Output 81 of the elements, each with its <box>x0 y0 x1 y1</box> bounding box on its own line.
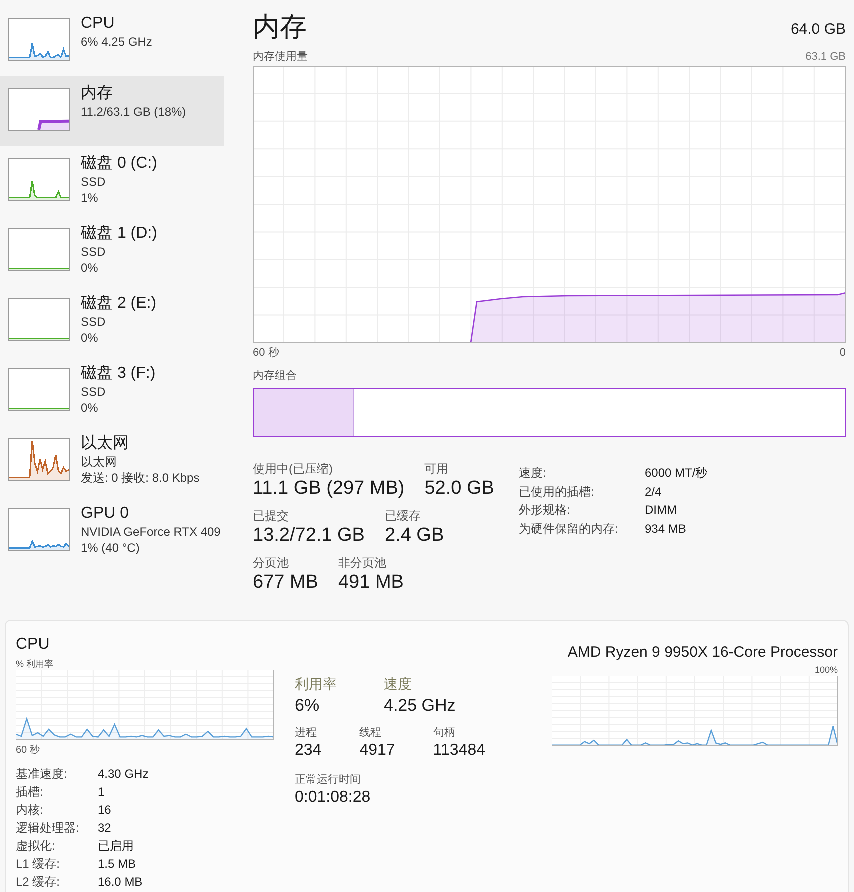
item-subtitle: 1% <box>81 190 100 206</box>
item-subtitle: SSD <box>81 314 107 330</box>
axis-label: 63.1 GB <box>806 50 846 64</box>
page-title: 内存 <box>253 11 307 44</box>
item-title: 磁盘 3 (F:) <box>81 364 156 384</box>
stat-label: 已提交 <box>253 509 290 524</box>
stat-label: 非分页池 <box>338 556 388 571</box>
item-title: 磁盘 1 (D:) <box>81 224 158 244</box>
stat-value: 6% <box>295 695 321 717</box>
stat-value: 677 MB <box>253 571 318 595</box>
item-subtitle: NVIDIA GeForce RTX 409 <box>81 524 221 540</box>
spec-label: L2 缓存: <box>16 875 62 890</box>
spec-label: 插槽: <box>16 785 44 800</box>
item-subtitle: 11.2/63.1 GB (18%) <box>81 104 186 120</box>
stat-value: 113484 <box>433 741 486 761</box>
stat-value: 13.2/72.1 GB <box>253 524 365 548</box>
axis-label: 0 <box>840 346 846 360</box>
chart-label: % 利用率 <box>16 658 55 670</box>
spec-label: 逻辑处理器: <box>16 821 80 836</box>
spec-value: 16 <box>98 803 112 818</box>
item-subtitle: 0% <box>81 400 100 416</box>
item-subtitle: 6% 4.25 GHz <box>81 34 152 50</box>
stat-value: 4917 <box>360 741 396 761</box>
axis-label: 100% <box>814 664 838 676</box>
detail-label: 为硬件保留的内存: <box>519 522 620 537</box>
spec-value: 1.5 MB <box>98 857 136 872</box>
item-title: 磁盘 2 (E:) <box>81 294 157 314</box>
item-subtitle: SSD <box>81 384 107 400</box>
item-subtitle: 1% (40 °C) <box>81 540 141 556</box>
spec-label: 内核: <box>16 803 44 818</box>
spec-value: 16.0 MB <box>98 875 143 890</box>
spec-label: 虚拟化: <box>16 839 56 854</box>
item-title: CPU <box>81 14 116 34</box>
detail-value: 2/4 <box>645 484 662 500</box>
item-title: 磁盘 0 (C:) <box>81 154 158 174</box>
detail-value: 934 MB <box>645 522 686 537</box>
stat-value: 0:01:08:28 <box>295 788 372 808</box>
stat-value: 2.4 GB <box>384 524 444 548</box>
stat-label: 可用 <box>424 462 450 477</box>
stat-label: 使用中(已压缩) <box>253 462 334 477</box>
spec-value: 4.30 GHz <box>98 767 149 782</box>
sidebar-item[interactable]: 内存 11.2/63.1 GB (18%) <box>0 76 224 146</box>
stat-label: 线程 <box>360 726 383 740</box>
stat-value: 491 MB <box>338 571 404 595</box>
total-memory: 64.0 GB <box>790 20 846 40</box>
stat-label: 利用率 <box>295 675 337 693</box>
chart-label: 内存使用量 <box>253 50 308 64</box>
item-title: 内存 <box>81 84 114 104</box>
axis-label: 60 秒 <box>253 346 280 360</box>
item-subtitle: 以太网 <box>81 454 118 470</box>
spec-label: 基准速度: <box>16 767 68 782</box>
item-subtitle: 发送: 0 接收: 8.0 Kbps <box>81 470 200 486</box>
detail-value: DIMM <box>645 503 677 518</box>
detail-label: 速度: <box>519 466 548 482</box>
stat-label: 句柄 <box>433 726 456 740</box>
processor-name: AMD Ryzen 9 9950X 16-Core Processor <box>568 643 838 663</box>
item-title: 以太网 <box>81 434 130 454</box>
detail-value: 6000 MT/秒 <box>645 466 708 482</box>
spec-value: 32 <box>98 821 112 836</box>
item-title: GPU 0 <box>81 504 130 524</box>
stat-label: 速度 <box>384 675 413 693</box>
stat-label: 分页池 <box>253 556 290 571</box>
stat-value: 52.0 GB <box>424 477 494 501</box>
stat-label: 正常运行时间 <box>295 773 362 787</box>
axis-label: 60 秒 <box>16 744 41 757</box>
spec-value: 已启用 <box>98 839 134 854</box>
item-subtitle: 0% <box>81 260 100 276</box>
panel-title: CPU <box>16 635 51 655</box>
spec-value: 1 <box>98 785 105 800</box>
detail-label: 外形规格: <box>519 503 572 518</box>
item-subtitle: 0% <box>81 330 100 346</box>
stat-label: 进程 <box>295 726 318 740</box>
stat-value: 234 <box>295 741 322 761</box>
item-subtitle: SSD <box>81 244 107 260</box>
stat-value: 11.1 GB (297 MB) <box>253 477 405 501</box>
item-subtitle: SSD <box>81 174 107 190</box>
detail-label: 已使用的插槽: <box>519 484 596 500</box>
spec-label: L1 缓存: <box>16 857 62 872</box>
stat-value: 4.25 GHz <box>384 695 456 717</box>
stat-label: 已缓存 <box>384 509 422 524</box>
chart-label: 内存组合 <box>253 369 298 383</box>
